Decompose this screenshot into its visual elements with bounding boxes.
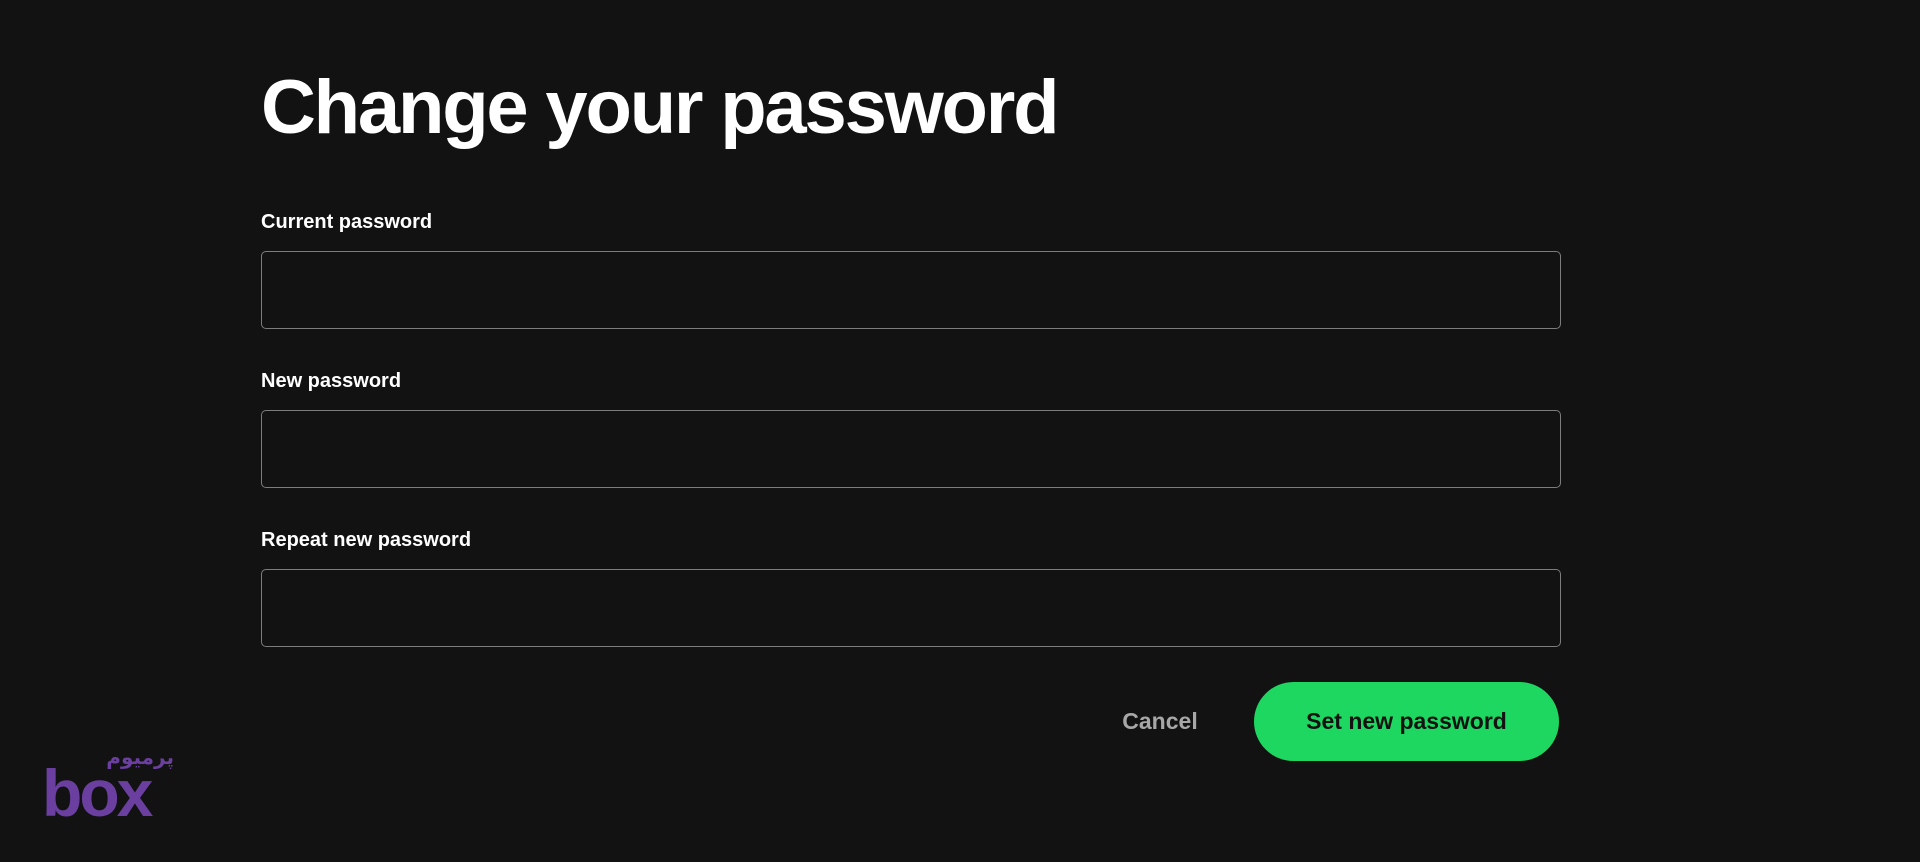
page-title: Change your password xyxy=(261,65,1060,150)
change-password-page: Change your password Current password Ne… xyxy=(0,0,1920,862)
new-password-input[interactable] xyxy=(261,410,1561,488)
set-new-password-button[interactable]: Set new password xyxy=(1254,682,1559,761)
new-password-label: New password xyxy=(261,370,402,392)
current-password-input[interactable] xyxy=(261,251,1561,329)
current-password-label: Current password xyxy=(261,211,433,233)
watermark-box-text: box xyxy=(42,756,154,830)
premiumbox-watermark-logo: پرمیوم box xyxy=(42,745,174,830)
repeat-password-input[interactable] xyxy=(261,569,1561,647)
cancel-button[interactable]: Cancel xyxy=(1110,702,1210,740)
repeat-password-label: Repeat new password xyxy=(261,529,472,551)
